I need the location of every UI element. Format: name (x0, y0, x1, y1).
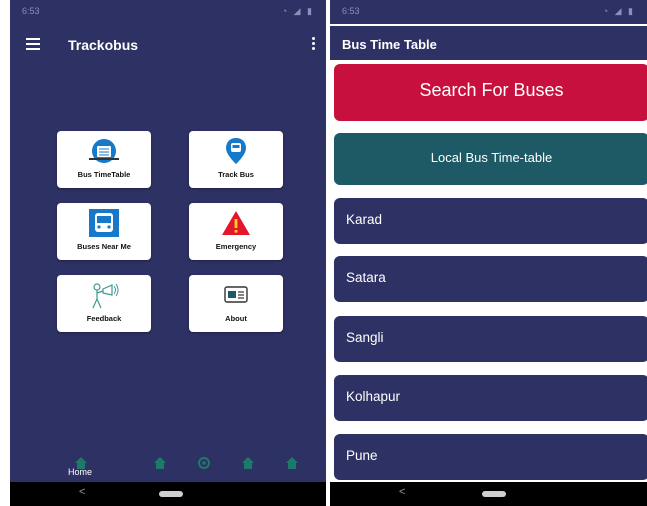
megaphone-person-icon (92, 283, 119, 309)
home-icon[interactable] (153, 456, 167, 470)
page-title: Bus Time Table (342, 37, 437, 52)
status-time: 6:53 (22, 6, 40, 16)
app-bar: Trackobus (10, 26, 326, 62)
bus-front-icon (89, 209, 119, 237)
home-screen: 6:53 ◔ ◢ ▮ Trackobus Bus TimeTable Track… (10, 0, 326, 506)
home-pill[interactable] (159, 491, 183, 497)
city-item-satara[interactable]: Satara (334, 256, 647, 302)
bus-time-table-screen: 6:53 ◔ ◢ ▮ Bus Time Table Search For Bus… (330, 0, 647, 506)
tile-label: Feedback (86, 314, 122, 323)
local-bus-timetable-button[interactable]: Local Bus Time-table (334, 133, 647, 185)
back-icon[interactable]: < (79, 486, 85, 498)
bottom-navigation (10, 450, 326, 482)
home-pill[interactable] (482, 491, 506, 497)
search-for-buses-button[interactable]: Search For Buses (334, 64, 647, 121)
system-navigation-bar: < (330, 482, 647, 506)
tile-label: Emergency (215, 242, 257, 251)
city-item-karad[interactable]: Karad (334, 198, 647, 244)
target-icon[interactable] (197, 456, 211, 470)
tile-about[interactable]: About (189, 275, 283, 332)
back-icon[interactable]: < (399, 486, 405, 498)
city-item-pune[interactable]: Pune (334, 434, 647, 480)
tile-feedback[interactable]: Feedback (57, 275, 151, 332)
tile-track-bus[interactable]: Track Bus (189, 131, 283, 188)
warning-icon (222, 211, 250, 235)
status-bar: 6:53 ◔ ◢ ▮ (330, 0, 647, 24)
bus-timetable-icon (89, 139, 119, 163)
app-bar: Bus Time Table (330, 26, 647, 60)
tile-emergency[interactable]: Emergency (189, 203, 283, 260)
status-time: 6:53 (342, 6, 360, 16)
location-bus-icon (226, 138, 246, 164)
status-icons: ◔ ◢ ▮ (281, 6, 314, 16)
app-title: Trackobus (68, 37, 139, 53)
home-icon[interactable] (285, 456, 299, 470)
tile-label: Track Bus (218, 170, 254, 179)
system-navigation-bar: < (10, 482, 326, 506)
home-icon[interactable] (241, 456, 255, 470)
more-options-icon[interactable] (312, 37, 316, 51)
status-bar: 6:53 ◔ ◢ ▮ (10, 0, 326, 24)
nav-label-home: Home (68, 467, 93, 477)
tile-label: Buses Near Me (77, 242, 131, 251)
city-item-sangli[interactable]: Sangli (334, 316, 647, 362)
tile-bus-timetable[interactable]: Bus TimeTable (57, 131, 151, 188)
info-ticket-icon (224, 286, 248, 303)
tile-label: Bus TimeTable (77, 170, 131, 179)
city-item-kolhapur[interactable]: Kolhapur (334, 375, 647, 421)
tile-label: About (225, 314, 247, 323)
tile-buses-near-me[interactable]: Buses Near Me (57, 203, 151, 260)
status-icons: ◔ ◢ ▮ (602, 6, 635, 16)
menu-icon[interactable] (26, 38, 40, 50)
